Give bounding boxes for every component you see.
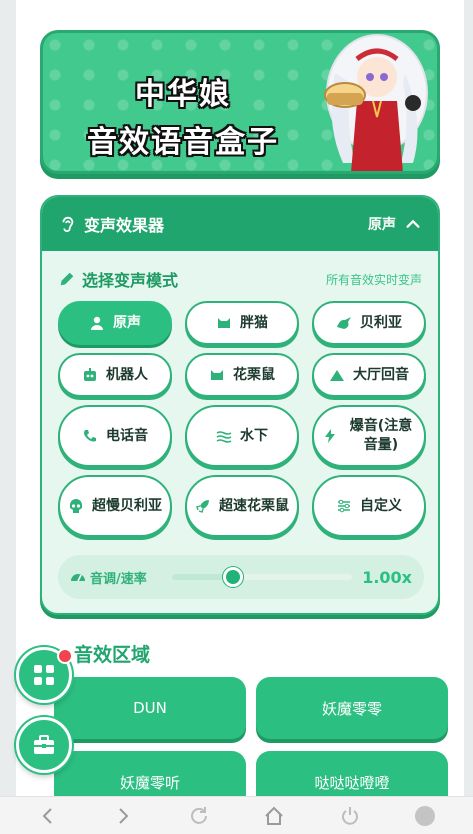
water-icon — [216, 431, 232, 443]
pitch-rate-slider[interactable] — [172, 567, 352, 587]
person-icon — [91, 316, 103, 330]
pitch-rate-thumb[interactable] — [223, 567, 244, 587]
voice-mode-robot[interactable]: 机器人 — [58, 353, 172, 397]
voice-mode-telephone[interactable]: 电话音 — [58, 405, 172, 467]
refresh-icon[interactable] — [188, 805, 210, 827]
skull-icon — [70, 499, 82, 513]
current-mode-label: 原声 — [368, 217, 396, 233]
mascot-illustration — [324, 34, 428, 171]
voice-mode-label: 超慢贝利亚 — [92, 497, 162, 514]
cat-icon — [211, 370, 223, 380]
pitch-rate-value: 1.00x — [362, 567, 412, 587]
voice-mode-fat-cat[interactable]: 胖猫 — [185, 301, 299, 345]
phone-icon — [84, 430, 96, 442]
voice-mode-distortion[interactable]: 爆音(注意音量) — [312, 405, 426, 467]
pencil-icon — [60, 272, 74, 286]
rocket-icon — [196, 500, 209, 513]
banner-title-line2: 音效语音盒子 — [87, 125, 279, 160]
profile-icon[interactable] — [414, 805, 436, 827]
hero-banner: 中华娘 音效语音盒子 — [40, 30, 440, 174]
home-icon[interactable] — [263, 805, 285, 827]
voice-mode-chipmunk[interactable]: 花栗鼠 — [185, 353, 299, 397]
voice-mode-label: 爆音(注意音量) — [349, 418, 413, 453]
voice-mode-label: 大厅回音 — [353, 366, 409, 383]
voice-mode-slow-belial[interactable]: 超慢贝利亚 — [58, 475, 172, 537]
sfx-button[interactable]: 妖魔零听 — [54, 751, 246, 796]
voice-mode-label: 水下 — [240, 427, 268, 444]
mode-section-title: 选择变声模式 — [82, 271, 179, 290]
dragon-icon — [337, 317, 351, 329]
notification-dot — [57, 648, 73, 664]
voice-mode-underwater[interactable]: 水下 — [185, 405, 299, 467]
banner-title-line1: 中华娘 — [135, 77, 231, 112]
grid-icon — [34, 665, 54, 685]
voice-effects-panel: 变声效果器 原声 选择变声模式 所有音效实时变声 原声 胖猫 贝利亚 机器人 花… — [40, 195, 440, 615]
sfx-grid: DUN 妖魔零零 妖魔零听 哒哒哒噔噔 — [54, 677, 448, 796]
sfx-button[interactable]: DUN — [54, 677, 246, 739]
voice-mode-fast-chipmunk[interactable]: 超速花栗鼠 — [185, 475, 299, 537]
sliders-icon — [338, 499, 350, 513]
voice-mode-label: 胖猫 — [240, 314, 268, 331]
back-icon[interactable] — [37, 805, 59, 827]
toolbox-icon — [34, 735, 54, 754]
power-icon[interactable] — [339, 805, 361, 827]
mode-section-header: 选择变声模式 所有音效实时变声 — [42, 267, 438, 291]
gauge-icon — [71, 574, 85, 582]
forward-icon[interactable] — [112, 805, 134, 827]
pitch-rate-label: 音调/速率 — [90, 571, 147, 587]
ear-icon — [62, 216, 74, 233]
voice-mode-grid: 原声 胖猫 贝利亚 机器人 花栗鼠 大厅回音 电话音 水下 爆音(注意音量) 超… — [58, 301, 426, 545]
sfx-button[interactable]: 妖魔零零 — [256, 677, 448, 739]
robot-icon — [84, 368, 96, 381]
app-page: 中华娘 音效语音盒子 变声效果器 原声 选择变声模式 所有音效实时变声 原声 胖… — [16, 0, 464, 796]
voice-mode-hall-echo[interactable]: 大厅回音 — [312, 353, 426, 397]
sfx-button[interactable]: 哒哒哒噔噔 — [256, 751, 448, 796]
mode-section-note: 所有音效实时变声 — [325, 272, 422, 287]
voice-mode-label: 自定义 — [360, 497, 402, 514]
voice-mode-custom[interactable]: 自定义 — [312, 475, 426, 537]
voice-mode-label: 机器人 — [106, 366, 148, 383]
bolt-icon — [325, 429, 335, 443]
voice-mode-label: 贝利亚 — [360, 314, 402, 331]
voice-mode-original[interactable]: 原声 — [58, 301, 172, 345]
voice-mode-label: 电话音 — [106, 427, 148, 444]
voice-mode-label: 超速花栗鼠 — [219, 497, 289, 514]
apps-fab[interactable] — [16, 647, 73, 703]
effects-panel-title: 变声效果器 — [84, 216, 165, 235]
effects-panel-header[interactable]: 变声效果器 原声 — [42, 197, 438, 251]
pitch-rate-control: 音调/速率 1.00x — [58, 555, 424, 599]
voice-mode-belial[interactable]: 贝利亚 — [312, 301, 426, 345]
toolbox-fab[interactable] — [16, 717, 72, 773]
voice-mode-label: 原声 — [113, 314, 141, 331]
browser-nav-bar — [0, 796, 473, 834]
cat-icon — [218, 318, 230, 328]
chevron-up-icon[interactable] — [404, 215, 422, 233]
sfx-section-title: 音效区域 — [74, 644, 151, 666]
mountain-icon — [330, 370, 344, 381]
voice-mode-label: 花栗鼠 — [233, 366, 275, 383]
